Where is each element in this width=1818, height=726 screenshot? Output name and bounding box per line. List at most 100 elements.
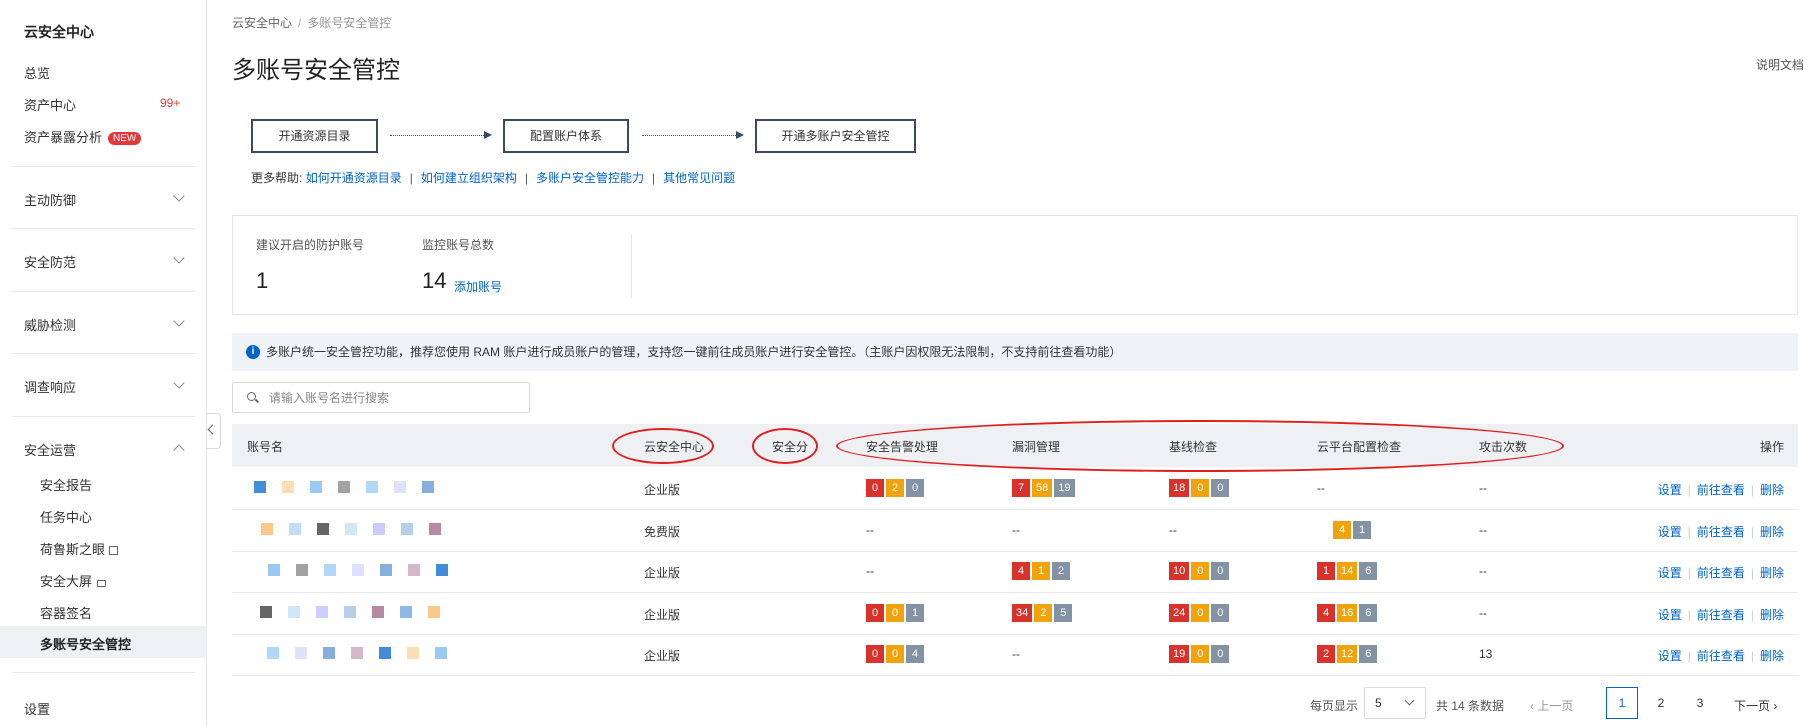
per-page-select[interactable]: 5 <box>1364 687 1426 719</box>
delete-link[interactable]: 删除 <box>1760 483 1784 497</box>
sidebar-item-assets[interactable]: 资产中心 <box>24 95 76 114</box>
sidebar-item-container-signing[interactable]: 容器签名 <box>40 603 92 622</box>
redaction-block <box>352 564 364 576</box>
help-link-capabilities[interactable]: 多账户安全管控能力 <box>536 171 644 185</box>
view-link[interactable]: 前往查看 <box>1697 483 1745 497</box>
cloud-config-counts[interactable]: 41 <box>1333 520 1371 539</box>
vuln-counts[interactable]: 412 <box>1012 562 1070 580</box>
account-name-redacted <box>232 602 492 624</box>
cloud-config-counts[interactable]: 2 12 6 <box>1317 645 1378 663</box>
redaction-block <box>379 647 391 659</box>
sidebar-collapse-button[interactable] <box>207 413 221 449</box>
action-separator: | <box>1750 483 1754 497</box>
redaction-block <box>289 522 301 535</box>
view-link[interactable]: 前往查看 <box>1697 525 1745 539</box>
page-1-button[interactable]: 1 <box>1606 687 1638 719</box>
count-badge: 0 <box>1191 603 1210 622</box>
info-notice: i 多账户统一安全管控功能，推荐您使用 RAM 账户进行成员账户的管理，支持您一… <box>232 333 1798 371</box>
sidebar-group-security-ops[interactable]: 安全运营 <box>0 416 207 478</box>
count-badge: 0 <box>866 645 884 663</box>
view-link[interactable]: 前往查看 <box>1697 608 1745 622</box>
sidebar-item-task-center[interactable]: 任务中心 <box>40 507 92 526</box>
help-link-faq[interactable]: 其他常见问题 <box>663 171 735 185</box>
prev-page-button[interactable]: ‹ 上一页 <box>1530 697 1573 714</box>
vuln-counts[interactable]: 34 2 5 <box>1012 603 1073 622</box>
stats-panel: 建议开启的防护账号 1 监控账号总数 14 添加账号 <box>232 215 1798 315</box>
baseline-counts[interactable]: 10 0 0 <box>1169 562 1230 580</box>
settings-link[interactable]: 设置 <box>1658 483 1682 497</box>
view-link[interactable]: 前往查看 <box>1697 649 1745 663</box>
edition-cell: 企业版 <box>644 607 681 622</box>
sidebar-item-overview[interactable]: 总览 <box>24 63 50 82</box>
info-icon: i <box>246 345 260 359</box>
chevron-down-icon <box>173 252 185 264</box>
sidebar-group-active-defense[interactable]: 主动防御 <box>0 166 207 228</box>
redaction-block <box>380 564 392 576</box>
add-account-link[interactable]: 添加账号 <box>454 278 502 295</box>
count-badge: 0 <box>1191 562 1210 580</box>
delete-link[interactable]: 删除 <box>1760 608 1784 622</box>
redaction-block <box>373 522 385 535</box>
sidebar-group-threat-detection[interactable]: 威胁检测 <box>0 291 207 353</box>
edition-cell: 企业版 <box>644 566 681 580</box>
alerts-counts[interactable]: 001 <box>866 603 924 622</box>
step-configure-account[interactable]: 配置账户体系 <box>503 119 629 153</box>
step-enable-multi-account[interactable]: 开通多账户安全管控 <box>755 119 916 153</box>
alerts-counts[interactable]: 020 <box>866 479 924 497</box>
delete-link[interactable]: 删除 <box>1760 525 1784 539</box>
sidebar-item-security-screen[interactable]: 安全大屏 <box>40 571 107 590</box>
chevron-down-icon <box>173 190 185 202</box>
monitored-accounts-value: 14 <box>422 268 447 293</box>
breadcrumb-root[interactable]: 云安全中心 <box>232 16 292 30</box>
count-badge: 7 <box>1012 479 1030 497</box>
page-3-button[interactable]: 3 <box>1684 687 1716 719</box>
help-separator: | <box>524 171 528 185</box>
search-input[interactable] <box>269 389 519 407</box>
redaction-block <box>267 647 279 659</box>
vuln-counts[interactable]: 7 58 19 <box>1012 479 1075 497</box>
sidebar-item-multi-account[interactable]: 多账号安全管控 <box>40 634 131 653</box>
sidebar-group-security-prevention[interactable]: 安全防范 <box>0 228 207 290</box>
arrow-icon <box>390 131 492 139</box>
baseline-counts[interactable]: 24 0 0 <box>1169 603 1230 622</box>
redaction-block <box>407 647 419 659</box>
col-account-name: 账号名 <box>247 440 284 454</box>
help-link-org-structure[interactable]: 如何建立组织架构 <box>421 171 517 185</box>
redaction-block <box>268 564 280 576</box>
account-name-redacted <box>232 560 492 582</box>
chevron-down-icon <box>1404 695 1415 706</box>
doc-link[interactable]: 说明文档 <box>1756 56 1804 73</box>
redaction-block <box>323 647 335 659</box>
view-link[interactable]: 前往查看 <box>1697 566 1745 580</box>
cloud-config-counts[interactable]: 1 14 6 <box>1317 562 1378 580</box>
settings-link[interactable]: 设置 <box>1658 525 1682 539</box>
alerts-counts[interactable]: 004 <box>866 645 924 663</box>
col-alerts: 安全告警处理 <box>866 440 939 454</box>
settings-link[interactable]: 设置 <box>1658 566 1682 580</box>
baseline-counts[interactable]: 18 0 0 <box>1169 479 1230 497</box>
page-2-button[interactable]: 2 <box>1645 687 1677 719</box>
sidebar-item-horus-eye[interactable]: 荷鲁斯之眼 <box>40 539 119 558</box>
count-badge: 1 <box>1317 562 1335 580</box>
next-page-button[interactable]: 下一页 › <box>1734 697 1777 714</box>
col-baseline: 基线检查 <box>1169 440 1218 454</box>
sidebar-item-security-report[interactable]: 安全报告 <box>40 475 92 494</box>
count-badge: 2 <box>886 479 904 497</box>
help-link-open-directory[interactable]: 如何开通资源目录 <box>306 171 402 185</box>
help-prefix: 更多帮助: <box>251 171 303 185</box>
search-icon <box>247 392 256 401</box>
step-open-resource-directory[interactable]: 开通资源目录 <box>251 119 378 153</box>
sidebar-group-investigation[interactable]: 调查响应 <box>0 353 207 415</box>
sidebar-item-settings[interactable]: 设置 <box>24 699 50 718</box>
delete-link[interactable]: 删除 <box>1760 649 1784 663</box>
search-box[interactable] <box>232 382 530 413</box>
delete-link[interactable]: 删除 <box>1760 566 1784 580</box>
settings-link[interactable]: 设置 <box>1658 608 1682 622</box>
cloud-config-counts[interactable]: 4 16 6 <box>1317 603 1378 622</box>
redaction-block <box>295 647 307 659</box>
row-actions: 设置 | 前往查看 | 删除 <box>1658 481 1784 498</box>
baseline-counts[interactable]: 19 0 0 <box>1169 645 1230 663</box>
count-badge: 2 <box>1317 645 1335 663</box>
sidebar-item-exposure[interactable]: 资产暴露分析 NEW <box>24 127 142 146</box>
settings-link[interactable]: 设置 <box>1658 649 1682 663</box>
